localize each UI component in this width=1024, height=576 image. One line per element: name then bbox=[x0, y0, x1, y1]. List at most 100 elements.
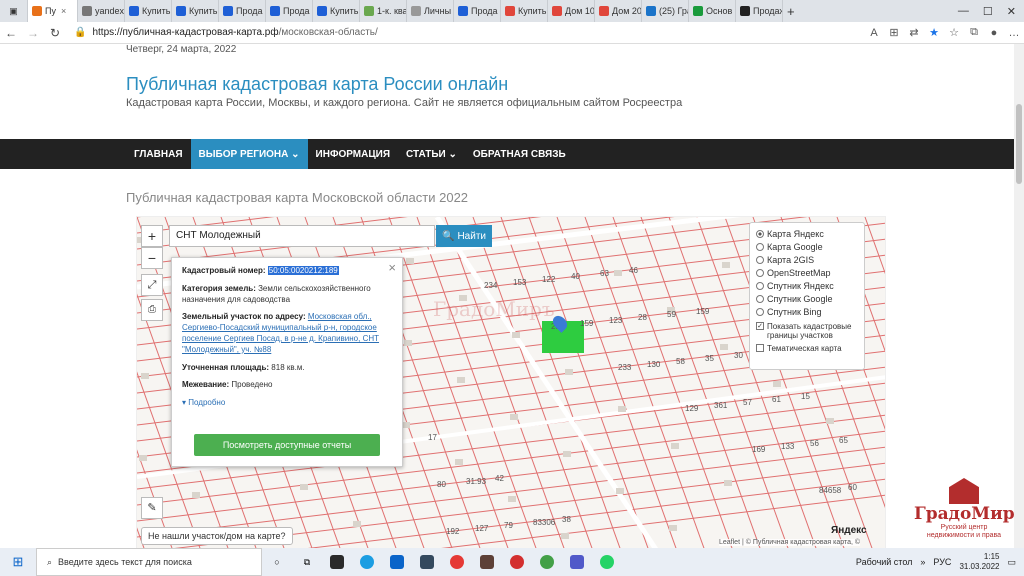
new-tab-button[interactable]: + bbox=[783, 0, 799, 22]
warships-icon[interactable] bbox=[412, 548, 442, 576]
view-reports-button[interactable]: Посмотреть доступные отчеты bbox=[194, 434, 380, 456]
browser-tab[interactable]: Прода bbox=[219, 0, 266, 22]
map-layer-option[interactable]: Карта Яндекс bbox=[756, 227, 858, 240]
layer-radio[interactable] bbox=[756, 242, 764, 251]
task-view-icon[interactable]: ⧉ bbox=[292, 548, 322, 576]
browser-tab[interactable]: Прода bbox=[266, 0, 313, 22]
thematic-map-option[interactable]: Тематическая карта bbox=[756, 344, 858, 353]
read-aloud-icon[interactable]: A bbox=[864, 27, 884, 39]
nav-item[interactable]: СТАТЬИ ⌄ bbox=[398, 139, 465, 169]
map-layer-option[interactable]: Спутник Google bbox=[756, 292, 858, 305]
forward-icon[interactable]: → bbox=[22, 26, 44, 40]
map-search-input[interactable]: СНТ Молодежный bbox=[169, 225, 435, 247]
map-layer-option[interactable]: OpenStreetMap bbox=[756, 266, 858, 279]
page-scrollbar[interactable] bbox=[1014, 44, 1024, 548]
print-icon[interactable]: ⎙ bbox=[141, 299, 163, 321]
teams-icon[interactable] bbox=[562, 548, 592, 576]
show-borders-option[interactable]: ✓ Показать кадастровые границы участков bbox=[756, 322, 858, 340]
browser-tab[interactable]: Купить bbox=[501, 0, 548, 22]
browser-tab[interactable]: Личны bbox=[407, 0, 454, 22]
store-icon[interactable] bbox=[322, 548, 352, 576]
nav-item[interactable]: ИНФОРМАЦИЯ bbox=[308, 139, 399, 169]
chrome-icon[interactable] bbox=[532, 548, 562, 576]
close-tab-icon[interactable]: × bbox=[61, 6, 66, 16]
lang-indicator[interactable]: РУС bbox=[933, 557, 951, 567]
mail-icon[interactable] bbox=[382, 548, 412, 576]
map-attribution[interactable]: Leaflet | © Публичная кадастровая карта,… bbox=[719, 539, 861, 546]
layer-radio[interactable] bbox=[756, 307, 764, 316]
taskbar-search-input[interactable]: ⌕ Введите здесь текст для поиска bbox=[36, 548, 262, 576]
more-menu-icon[interactable]: … bbox=[1004, 27, 1024, 39]
layer-radio[interactable] bbox=[756, 294, 764, 303]
url-field[interactable]: 🔒 https://публичная-кадастровая-карта.рф… bbox=[74, 27, 864, 38]
browser-tab[interactable]: Купить bbox=[125, 0, 172, 22]
browser-tab[interactable]: Основ bbox=[689, 0, 736, 22]
browser-tab[interactable]: yandex bbox=[78, 0, 125, 22]
parcel-number-label: 123 bbox=[609, 316, 623, 325]
cad-number-value[interactable]: 50:05:0020212:189 bbox=[267, 266, 339, 275]
reload-icon[interactable]: ↻ bbox=[44, 26, 66, 40]
browser-tab[interactable]: Купить bbox=[313, 0, 360, 22]
browser-tab[interactable]: Прода bbox=[454, 0, 501, 22]
browser-tab[interactable]: 1-к. ква bbox=[360, 0, 407, 22]
profile-avatar[interactable]: ● bbox=[984, 27, 1004, 39]
yandex-browser-icon[interactable] bbox=[442, 548, 472, 576]
browser-tab[interactable]: Продаж bbox=[736, 0, 783, 22]
edge-icon[interactable] bbox=[352, 548, 382, 576]
parcel-number-label: 153 bbox=[513, 278, 527, 287]
more-details-link[interactable]: ▾ Подробно bbox=[182, 398, 392, 407]
favorite-star-icon[interactable]: ★ bbox=[924, 26, 944, 39]
opera-icon[interactable] bbox=[502, 548, 532, 576]
start-button-icon[interactable]: ⊞ bbox=[0, 554, 36, 570]
layer-radio[interactable] bbox=[756, 255, 764, 264]
layer-radio[interactable] bbox=[756, 229, 764, 238]
translate-icon[interactable]: ⇄ bbox=[904, 26, 924, 39]
site-title[interactable]: Публичная кадастровая карта России онлай… bbox=[126, 74, 508, 95]
cortana-icon[interactable]: ○ bbox=[262, 548, 292, 576]
app-available-icon[interactable]: ⊞ bbox=[884, 26, 904, 39]
map-layer-option[interactable]: Спутник Яндекс bbox=[756, 279, 858, 292]
desktop-label[interactable]: Рабочий стол bbox=[856, 557, 913, 567]
tab-label: Дом 20 bbox=[612, 6, 642, 16]
chevron-down-icon: ▾ bbox=[182, 398, 187, 408]
whatsapp-icon[interactable] bbox=[592, 548, 622, 576]
tab-label: yandex bbox=[95, 6, 125, 16]
map-layer-option[interactable]: Карта 2GIS bbox=[756, 253, 858, 266]
map-layer-option[interactable]: Спутник Bing bbox=[756, 305, 858, 318]
layer-radio[interactable] bbox=[756, 268, 764, 277]
not-found-button[interactable]: Не нашли участок/дом на карте? bbox=[141, 527, 293, 545]
zoom-out-button[interactable]: − bbox=[141, 247, 163, 269]
maximize-icon[interactable]: ☐ bbox=[983, 5, 993, 18]
clock[interactable]: 1:15 31.03.2022 bbox=[959, 552, 999, 571]
find-button[interactable]: 🔍 Найти bbox=[436, 225, 492, 247]
building-shape bbox=[720, 344, 728, 350]
collections-icon[interactable]: ⧉ bbox=[964, 26, 984, 39]
minimize-icon[interactable]: — bbox=[958, 5, 969, 18]
browser-tab[interactable]: Дом 10 bbox=[548, 0, 595, 22]
notifications-icon[interactable]: ▭ bbox=[1007, 557, 1016, 568]
thematic-map-checkbox[interactable] bbox=[756, 344, 764, 352]
back-icon[interactable]: ← bbox=[0, 26, 22, 40]
fullscreen-icon[interactable]: ⤢ bbox=[141, 274, 163, 296]
browser-tab[interactable]: Пу × bbox=[28, 0, 78, 22]
nav-item[interactable]: ГЛАВНАЯ bbox=[126, 139, 191, 169]
close-window-icon[interactable]: ✕ bbox=[1007, 5, 1016, 18]
cadastral-map[interactable]: 2182342322331291698465819215315913036113… bbox=[136, 216, 886, 548]
scrollbar-thumb[interactable] bbox=[1016, 104, 1022, 184]
tanks-icon[interactable] bbox=[472, 548, 502, 576]
draw-tool-icon[interactable]: ✎ bbox=[141, 497, 163, 519]
browser-tab[interactable]: Купить bbox=[172, 0, 219, 22]
tray-chevron-icon[interactable]: » bbox=[920, 557, 925, 567]
map-layer-option[interactable]: Карта Google bbox=[756, 240, 858, 253]
nav-item[interactable]: ОБРАТНАЯ СВЯЗЬ bbox=[465, 139, 574, 169]
favorites-icon[interactable]: ☆ bbox=[944, 26, 964, 39]
layer-radio[interactable] bbox=[756, 281, 764, 290]
browser-tab[interactable]: Дом 20 bbox=[595, 0, 642, 22]
close-popup-icon[interactable]: × bbox=[388, 260, 396, 275]
nav-item[interactable]: ВЫБОР РЕГИОНА ⌄ bbox=[190, 139, 308, 169]
zoom-in-button[interactable]: + bbox=[141, 225, 163, 247]
show-borders-checkbox[interactable]: ✓ bbox=[756, 322, 764, 330]
browser-tab[interactable]: (25) Гра bbox=[642, 0, 689, 22]
tab-actions-icon[interactable]: ▣ bbox=[0, 0, 28, 22]
parcel-number-label: 15 bbox=[801, 392, 810, 401]
